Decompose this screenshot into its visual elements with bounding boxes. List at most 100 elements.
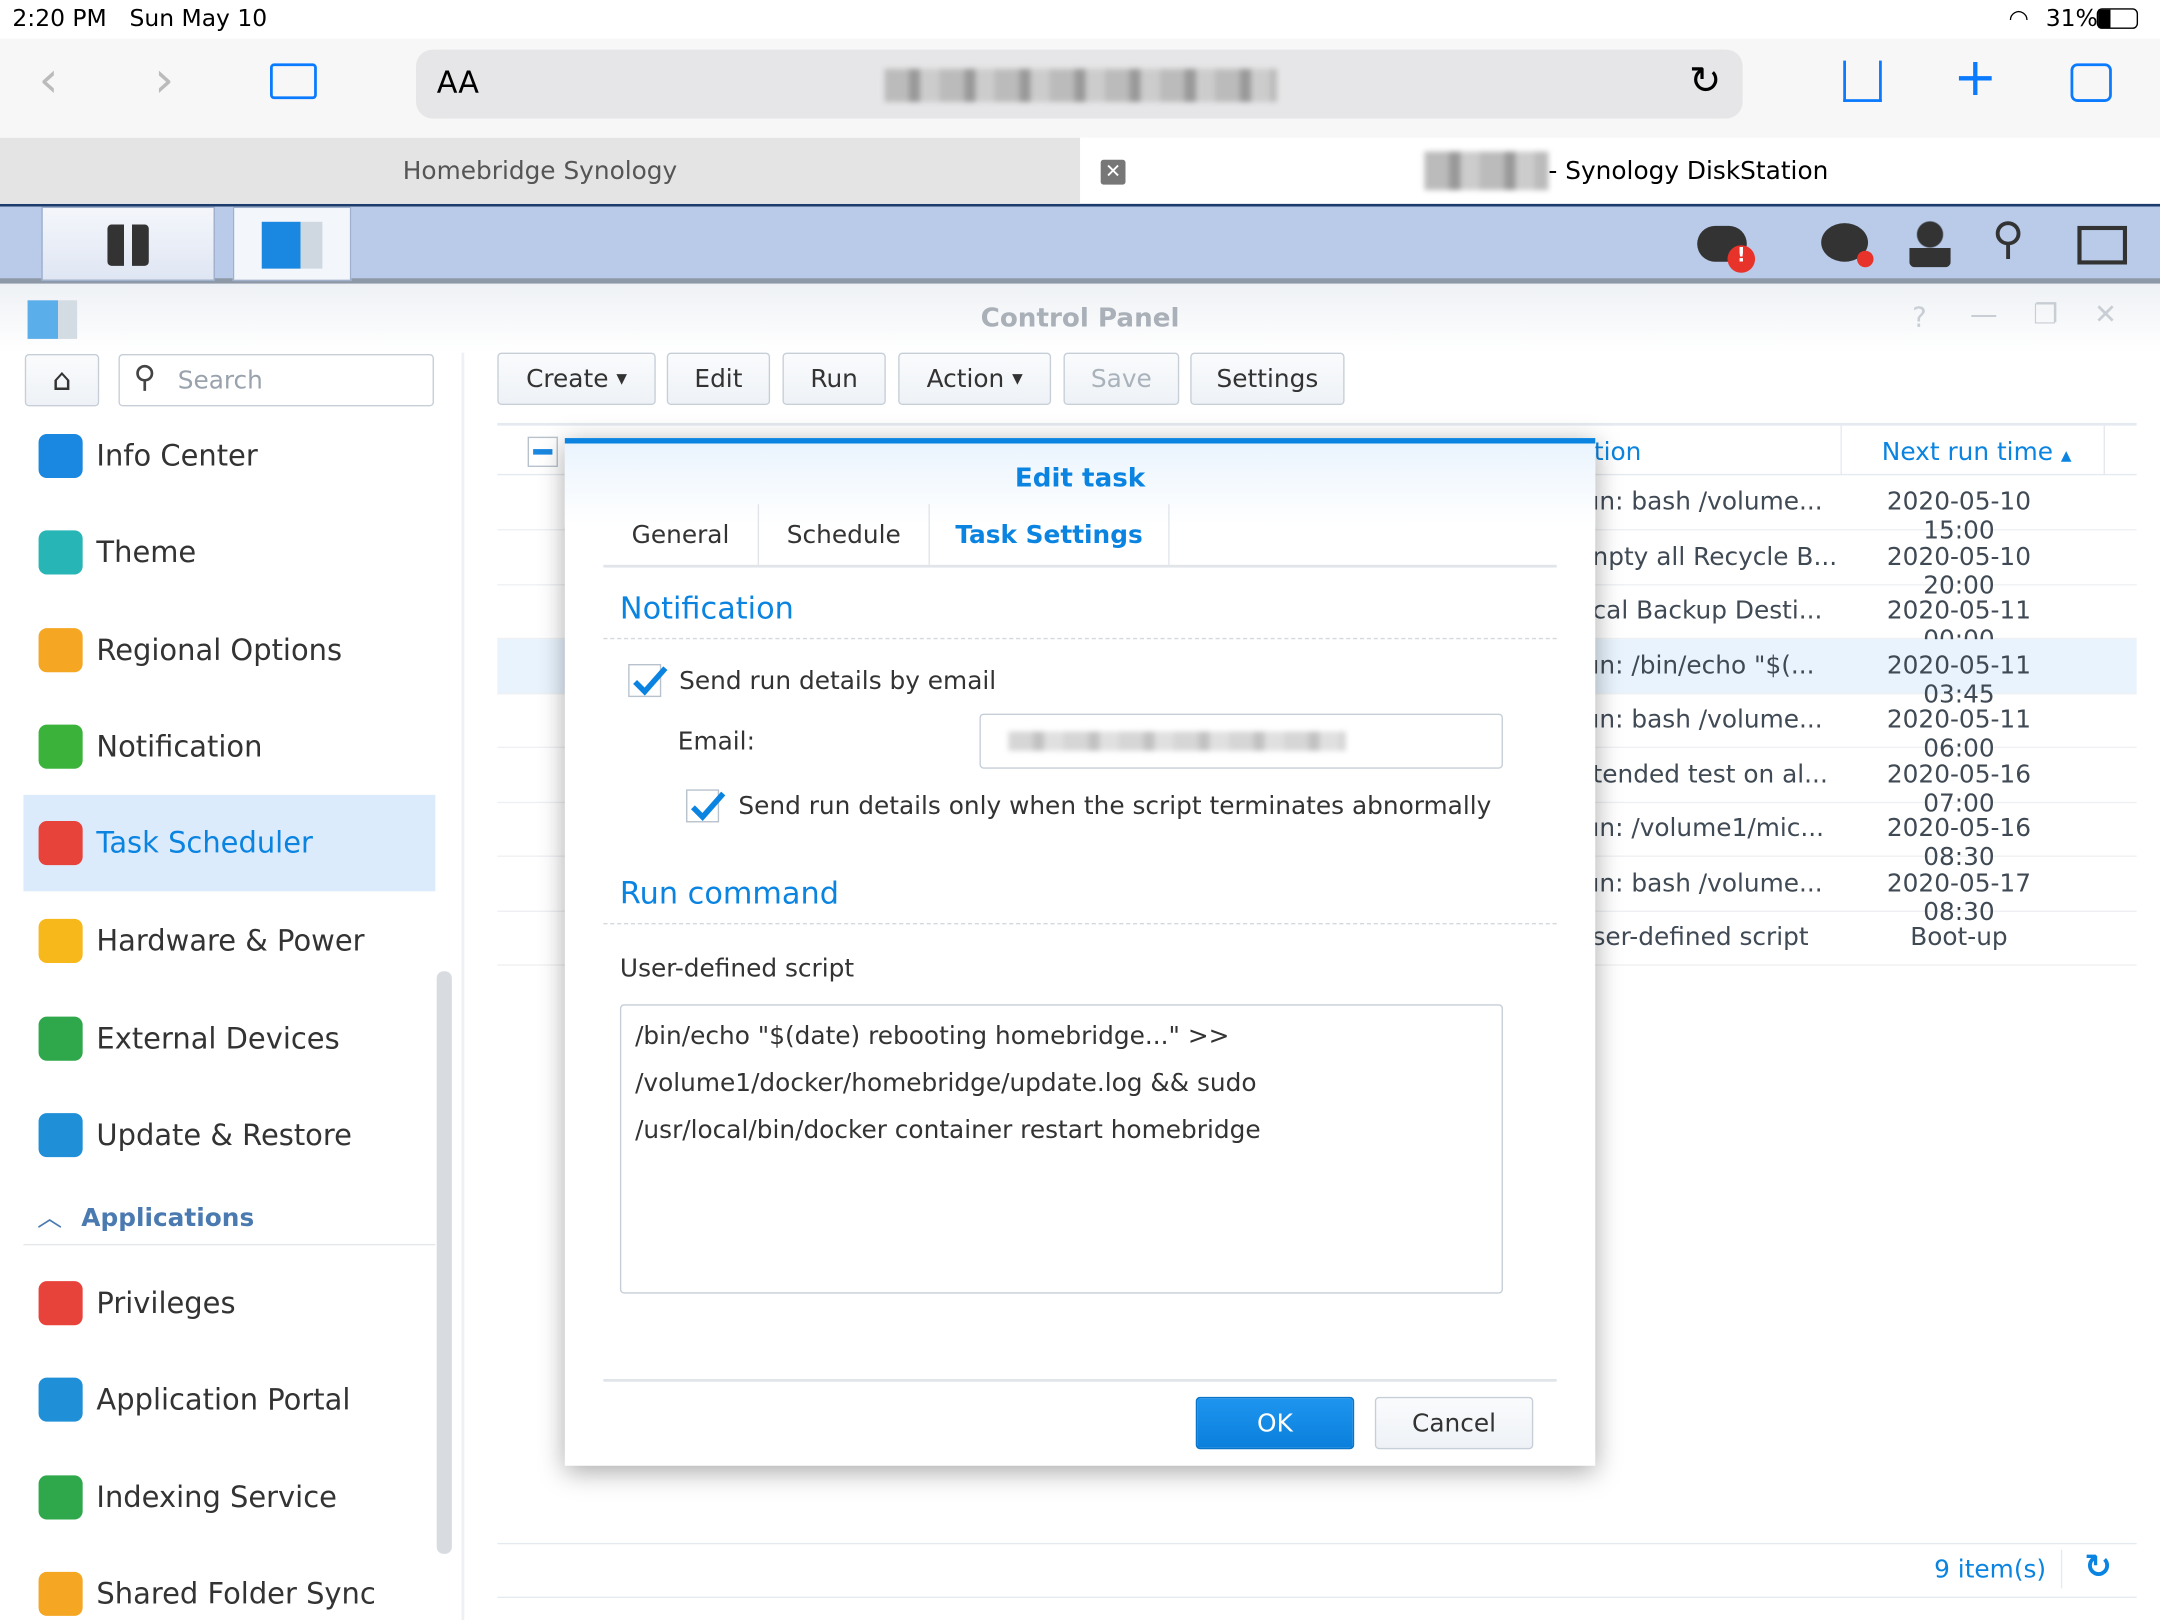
checkmark-icon [690, 791, 726, 821]
widgets-icon[interactable] [2077, 225, 2128, 265]
ok-button[interactable]: OK [1195, 1396, 1355, 1450]
label: Run [810, 364, 858, 394]
sidebar-item-indexing-service[interactable]: Indexing Service [23, 1449, 435, 1545]
close-icon[interactable]: ✕ [2094, 298, 2117, 331]
email-label: Email: [677, 727, 755, 757]
caret-down-icon: ▼ [1012, 371, 1023, 387]
settings-button[interactable]: Settings [1190, 352, 1345, 406]
url-text [884, 68, 1278, 102]
sidebar-item-label: Application Portal [96, 1383, 351, 1417]
tab-general[interactable]: General [603, 504, 760, 565]
user-icon[interactable] [1909, 220, 1951, 268]
label: Action [926, 364, 1005, 394]
back-icon[interactable]: ‹ [39, 52, 59, 108]
chevron-up-icon: ︿ [37, 1204, 62, 1233]
update-restore-icon [38, 1113, 83, 1158]
control-panel-taskbar-button[interactable] [232, 206, 352, 282]
email-value-redacted [1008, 731, 1346, 751]
window-titlebar: Control Panel ? — ❐ ✕ [0, 283, 2160, 353]
sidebar-item-shared-folder-sync[interactable]: Shared Folder Sync [23, 1546, 435, 1620]
abnormal-only-checkbox[interactable] [686, 789, 726, 823]
action-button[interactable]: Action ▼ [898, 352, 1052, 406]
bookmarks-icon[interactable] [270, 63, 317, 100]
action-cell: ın: bash /volume... [1592, 487, 1823, 517]
sidebar-item-external-devices[interactable]: External Devices [23, 990, 435, 1086]
column-action[interactable]: tion [1594, 438, 1642, 467]
cloud-alert-icon[interactable]: ! [1697, 225, 1756, 273]
shared-folder-sync-icon [38, 1571, 83, 1616]
label: Create [526, 364, 609, 394]
sidebar-divider [461, 352, 465, 1620]
dialog-title: Edit task [1014, 462, 1146, 494]
edit-button[interactable]: Edit [666, 352, 771, 406]
tab-task-settings[interactable]: Task Settings [930, 504, 1170, 565]
sidebar-item-update-restore[interactable]: Update & Restore [23, 1087, 435, 1183]
apps-grid-icon [107, 224, 149, 266]
help-icon[interactable]: ? [1912, 300, 1927, 333]
search-icon[interactable]: ⚲ [1992, 212, 2024, 264]
column-next-run-time[interactable]: Next run time ▲ [1882, 438, 2072, 467]
sidebar-item-label: Theme [96, 535, 197, 569]
tab-schedule[interactable]: Schedule [759, 504, 930, 565]
sidebar-item-regional-options[interactable]: Regional Options [23, 602, 435, 698]
checkmark-icon [633, 666, 668, 696]
tab-homebridge[interactable]: Homebridge Synology [0, 137, 1081, 204]
wifi-icon: ◠ [2008, 5, 2029, 34]
sidebar-item-info-center[interactable]: Info Center [23, 408, 435, 504]
main-menu-button[interactable] [41, 206, 215, 282]
action-cell: ın: bash /volume... [1592, 868, 1823, 898]
select-all-checkbox[interactable] [527, 436, 558, 468]
action-cell: ın: bash /volume... [1592, 705, 1823, 735]
search-input[interactable]: ⚲ Search [118, 354, 434, 407]
script-textarea[interactable]: /bin/echo "$(date) rebooting homebridge.… [619, 1004, 1503, 1294]
sidebar-item-label: Privileges [96, 1286, 236, 1320]
run-command-section-title: Run command [619, 877, 839, 912]
new-tab-icon[interactable]: + [1953, 47, 1997, 108]
dsm-taskbar: ! ⚲ [0, 206, 2160, 284]
task-scheduler-icon [38, 821, 83, 866]
sidebar-item-label: Notification [96, 730, 263, 764]
tab-label: - Synology DiskStation [1548, 157, 1829, 186]
sidebar-item-task-scheduler[interactable]: Task Scheduler [23, 794, 436, 892]
tab-diskstation[interactable]: - Synology DiskStation [1080, 138, 2160, 204]
tabs-icon[interactable] [2070, 63, 2112, 102]
sidebar-item-label: Indexing Service [96, 1480, 337, 1514]
forward-icon[interactable]: › [154, 52, 174, 108]
regional-options-icon [38, 628, 83, 673]
run-button[interactable]: Run [782, 352, 886, 406]
sidebar-item-label: Task Scheduler [96, 826, 313, 860]
send-email-label: Send run details by email [679, 666, 997, 696]
create-button[interactable]: Create ▼ [497, 352, 656, 406]
action-cell: tended test on al... [1592, 759, 1828, 789]
share-icon[interactable] [1843, 60, 1882, 102]
indexing-service-icon [38, 1475, 83, 1520]
applications-section-header[interactable]: ︿ Applications [23, 1193, 436, 1246]
sidebar-item-theme[interactable]: Theme [23, 504, 435, 600]
sidebar-item-application-portal[interactable]: Application Portal [23, 1351, 435, 1447]
reload-icon[interactable]: ↻ [1689, 58, 1721, 103]
address-bar[interactable]: AA ↻ [416, 49, 1743, 119]
text-size-button[interactable]: AA [437, 66, 479, 100]
home-button[interactable]: ⌂ [24, 354, 100, 407]
sidebar-item-privileges[interactable]: Privileges [23, 1255, 435, 1351]
cancel-button[interactable]: Cancel [1374, 1396, 1534, 1450]
home-icon: ⌂ [52, 362, 72, 398]
refresh-icon[interactable]: ↻ [2084, 1547, 2112, 1586]
messages-icon[interactable] [1821, 223, 1874, 268]
send-email-checkbox[interactable] [628, 664, 668, 698]
divider [603, 637, 1557, 640]
divider [603, 922, 1557, 925]
favicon [1424, 151, 1549, 191]
minimize-icon[interactable]: — [1970, 298, 1998, 331]
save-button[interactable]: Save [1063, 352, 1180, 406]
search-placeholder: Search [177, 366, 263, 396]
action-cell: ın: /volume1/mic... [1592, 814, 1825, 844]
time: 2:20 PM [12, 5, 107, 34]
sidebar-item-notification[interactable]: Notification [23, 698, 435, 794]
sidebar-item-hardware-power[interactable]: Hardware & Power [23, 893, 435, 989]
label: OK [1257, 1408, 1293, 1438]
email-field[interactable] [979, 713, 1503, 769]
restore-icon[interactable]: ❐ [2033, 298, 2058, 331]
browser-toolbar: ‹ › AA ↻ + [0, 38, 2160, 138]
sidebar-scrollbar[interactable] [436, 971, 452, 1554]
